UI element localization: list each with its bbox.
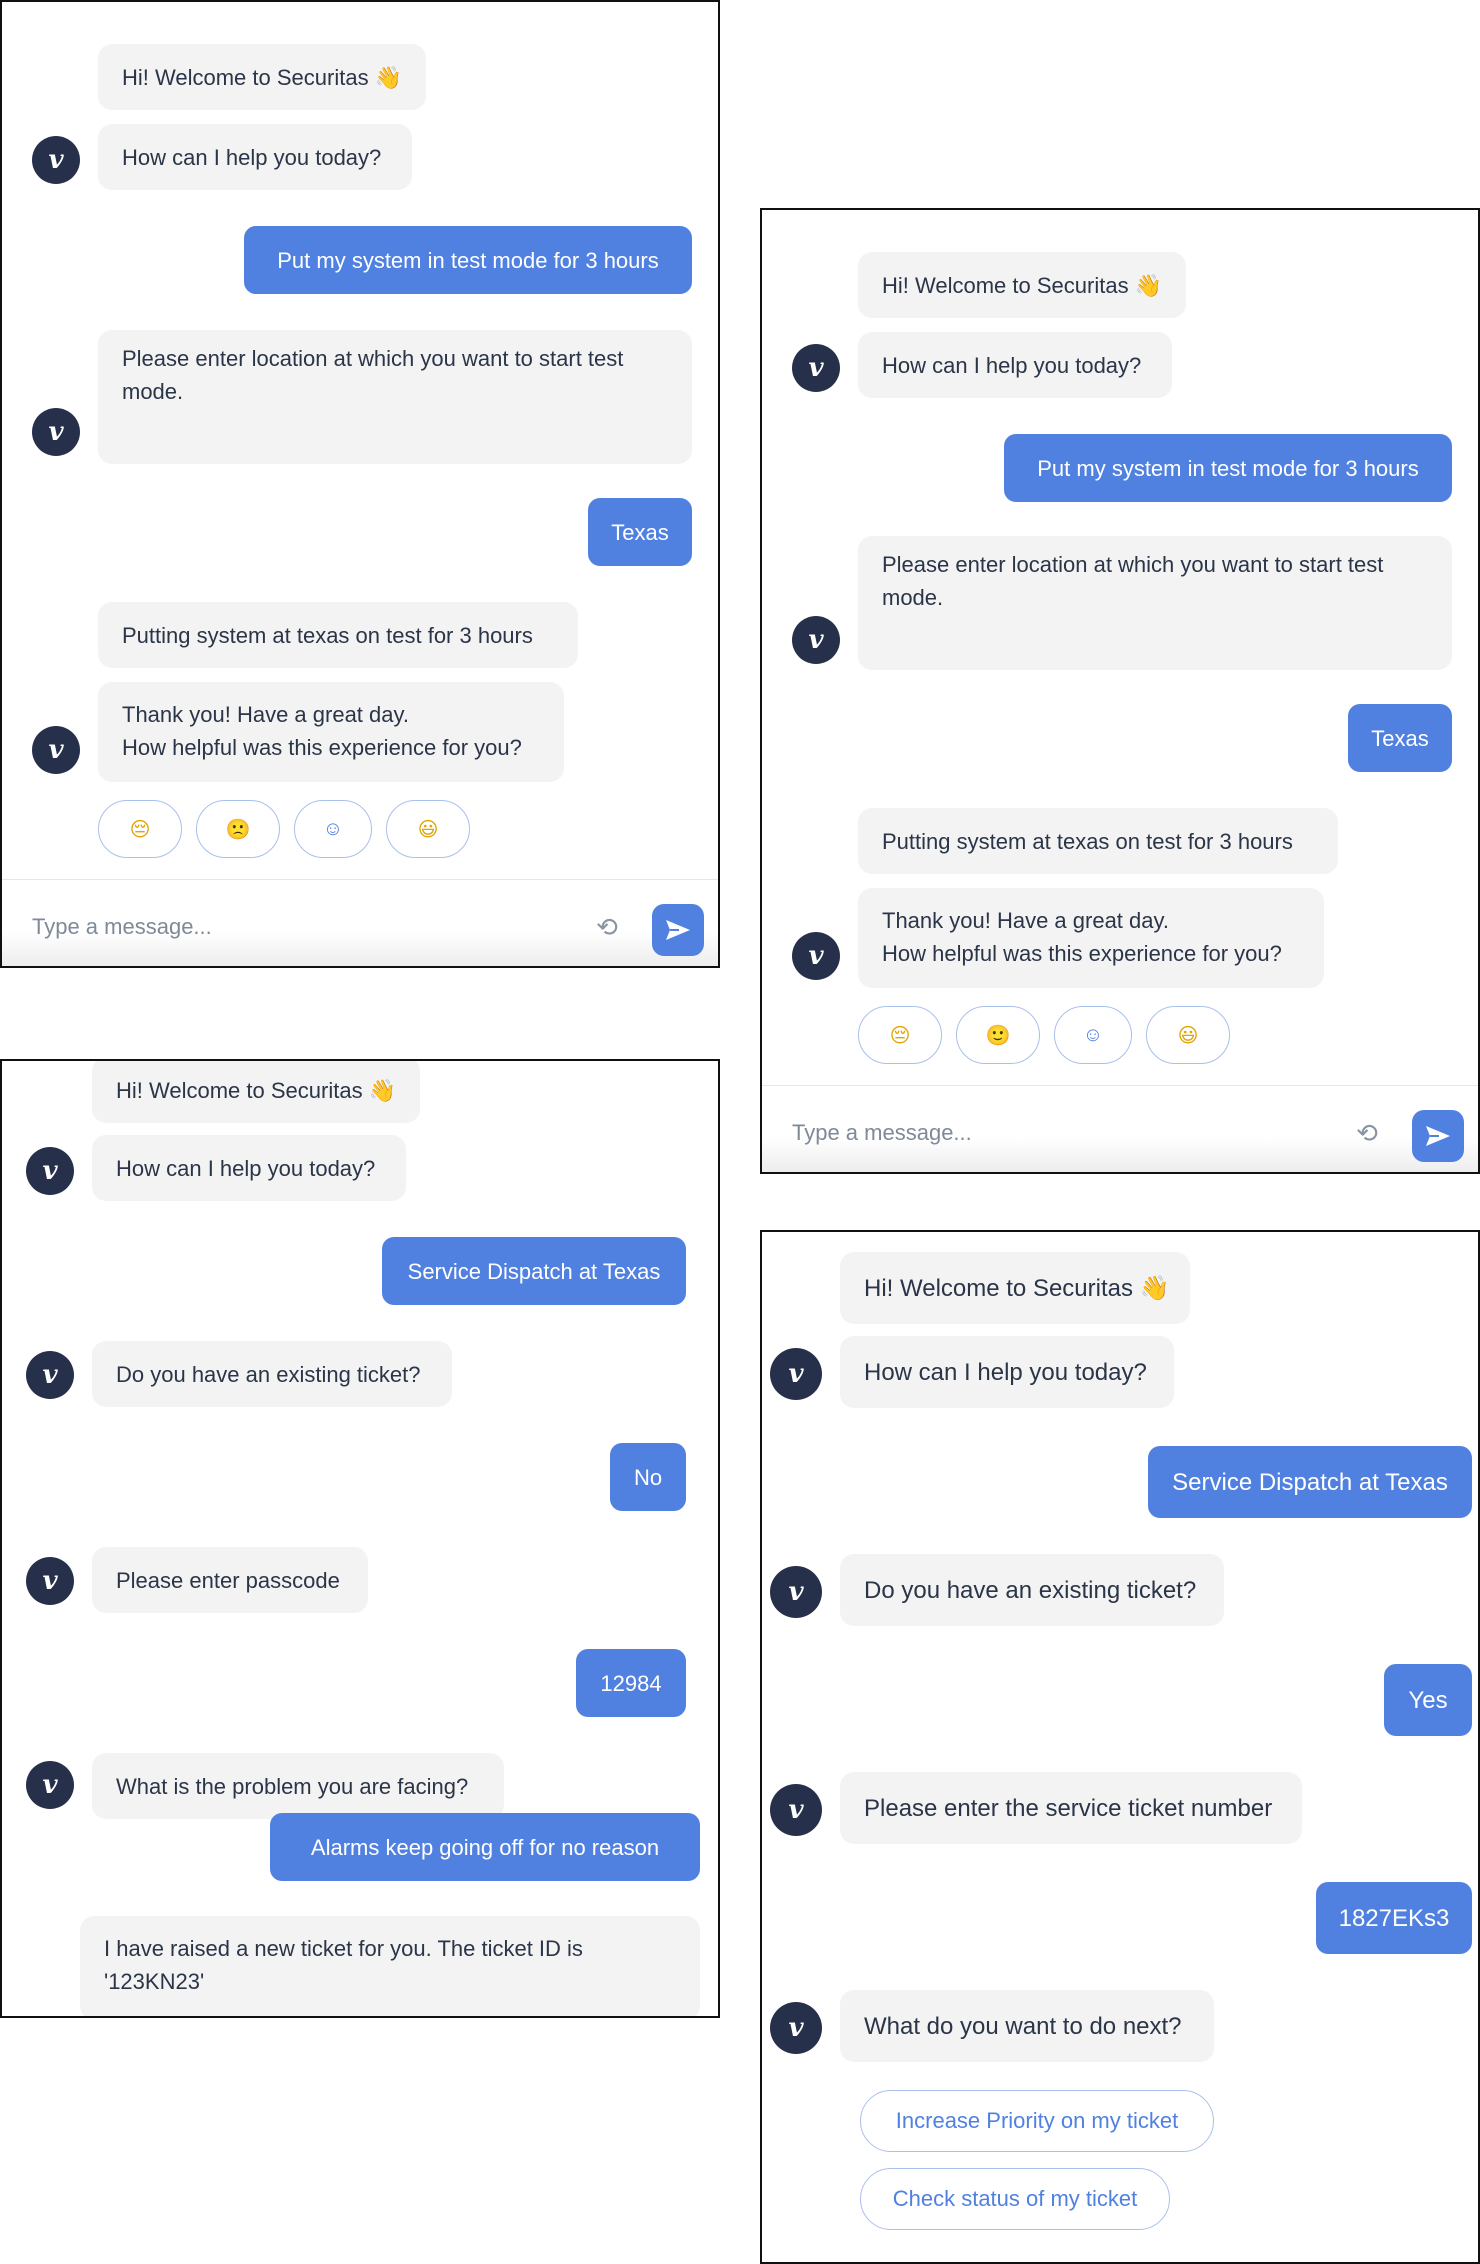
bot-message: How can I help you today? [98,124,412,190]
rating-very-unhappy-button[interactable]: 😔 [858,1006,942,1064]
bot-avatar: v [770,1348,822,1400]
bot-message-line: How helpful was this experience for you? [122,735,522,760]
v-logo-icon: v [788,1795,804,1825]
message-input[interactable]: Type a message... [32,914,212,940]
rating-unhappy-button[interactable]: 🙁 [196,800,280,858]
message-input[interactable]: Type a message... [792,1120,972,1146]
bot-avatar: v [770,1784,822,1836]
chat-panel-3: Hi! Welcome to Securitas 👋 How can I hel… [0,1059,720,2018]
bot-message: Please enter location at which you want … [858,536,1452,670]
bot-avatar: v [770,2002,822,2054]
bot-message: Do you have an existing ticket? [92,1341,452,1407]
rating-very-unhappy-button[interactable]: 😔 [98,800,182,858]
v-logo-icon: v [788,1577,804,1607]
bot-message: How can I help you today? [840,1336,1174,1408]
v-logo-icon: v [48,417,64,447]
bot-message: How can I help you today? [92,1135,406,1201]
bot-message-line: How helpful was this experience for you? [882,941,1282,966]
chat-panel-2: Hi! Welcome to Securitas 👋 How can I hel… [760,208,1480,1174]
bot-avatar: v [26,1147,74,1195]
user-message: Texas [588,498,692,566]
v-logo-icon: v [808,625,824,655]
bot-message-feedback: Thank you! Have a great day. How helpful… [858,888,1324,988]
user-message: No [610,1443,686,1511]
user-message: Put my system in test mode for 3 hours [1004,434,1452,502]
bot-message: Hi! Welcome to Securitas 👋 [98,44,426,110]
user-message: Put my system in test mode for 3 hours [244,226,692,294]
v-logo-icon: v [42,1156,58,1186]
bot-message-feedback: Thank you! Have a great day. How helpful… [98,682,564,782]
rating-unhappy-button[interactable]: 🙂 [956,1006,1040,1064]
bot-message: What is the problem you are facing? [92,1753,504,1819]
bot-avatar: v [32,726,80,774]
bot-avatar: v [792,932,840,980]
chat-panel-4: Hi! Welcome to Securitas 👋 How can I hel… [760,1230,1480,2264]
user-message: 1827EKs3 [1316,1882,1472,1954]
increase-priority-button[interactable]: Increase Priority on my ticket [860,2090,1214,2152]
v-logo-icon: v [42,1360,58,1390]
bot-avatar: v [792,616,840,664]
bot-message: How can I help you today? [858,332,1172,398]
message-composer: Type a message... ⟲ [762,1085,1478,1172]
v-logo-icon: v [788,2013,804,2043]
rating-happy-button[interactable]: 😃 [1146,1006,1230,1064]
v-logo-icon: v [808,941,824,971]
user-message: Yes [1384,1664,1472,1736]
bot-message-line: Thank you! Have a great day. [882,908,1169,933]
bot-message: Putting system at texas on test for 3 ho… [858,808,1338,874]
bot-avatar: v [32,136,80,184]
v-logo-icon: v [42,1770,58,1800]
bot-message: What do you want to do next? [840,1990,1214,2062]
bot-message: Hi! Welcome to Securitas 👋 [92,1061,420,1123]
rating-row: 😔 🙂 ☺ 😃 [858,1006,1258,1066]
bot-message: I have raised a new ticket for you. The … [80,1916,700,2016]
rating-row: 😔 🙁 ☺ 😃 [98,800,498,860]
refresh-icon[interactable]: ⟲ [1354,1120,1380,1146]
v-logo-icon: v [808,353,824,383]
v-logo-icon: v [48,735,64,765]
send-button[interactable] [1412,1110,1464,1162]
bot-message-line: Thank you! Have a great day. [122,702,409,727]
refresh-icon[interactable]: ⟲ [594,914,620,940]
send-icon [666,920,690,940]
bot-avatar: v [792,344,840,392]
bot-avatar: v [32,408,80,456]
bot-avatar: v [26,1351,74,1399]
v-logo-icon: v [788,1359,804,1389]
user-message: Service Dispatch at Texas [382,1237,686,1305]
user-message: 12984 [576,1649,686,1717]
send-button[interactable] [652,904,704,956]
v-logo-icon: v [48,145,64,175]
bot-message: Do you have an existing ticket? [840,1554,1224,1626]
bot-message: Please enter the service ticket number [840,1772,1302,1844]
user-message: Alarms keep going off for no reason [270,1813,700,1881]
user-message: Texas [1348,704,1452,772]
rating-neutral-button[interactable]: ☺ [1054,1006,1132,1064]
check-status-button[interactable]: Check status of my ticket [860,2168,1170,2230]
bot-message: Putting system at texas on test for 3 ho… [98,602,578,668]
rating-neutral-button[interactable]: ☺ [294,800,372,858]
v-logo-icon: v [42,1566,58,1596]
bot-avatar: v [770,1566,822,1618]
bot-message: Please enter passcode [92,1547,368,1613]
bot-avatar: v [26,1557,74,1605]
bot-message: Please enter location at which you want … [98,330,692,464]
send-icon [1426,1126,1450,1146]
message-composer: Type a message... ⟲ [2,879,718,966]
chat-panel-1: Hi! Welcome to Securitas 👋 How can I hel… [0,0,720,968]
bot-avatar: v [26,1761,74,1809]
user-message: Service Dispatch at Texas [1148,1446,1472,1518]
bot-message: Hi! Welcome to Securitas 👋 [840,1252,1190,1324]
rating-happy-button[interactable]: 😃 [386,800,470,858]
bot-message: Hi! Welcome to Securitas 👋 [858,252,1186,318]
